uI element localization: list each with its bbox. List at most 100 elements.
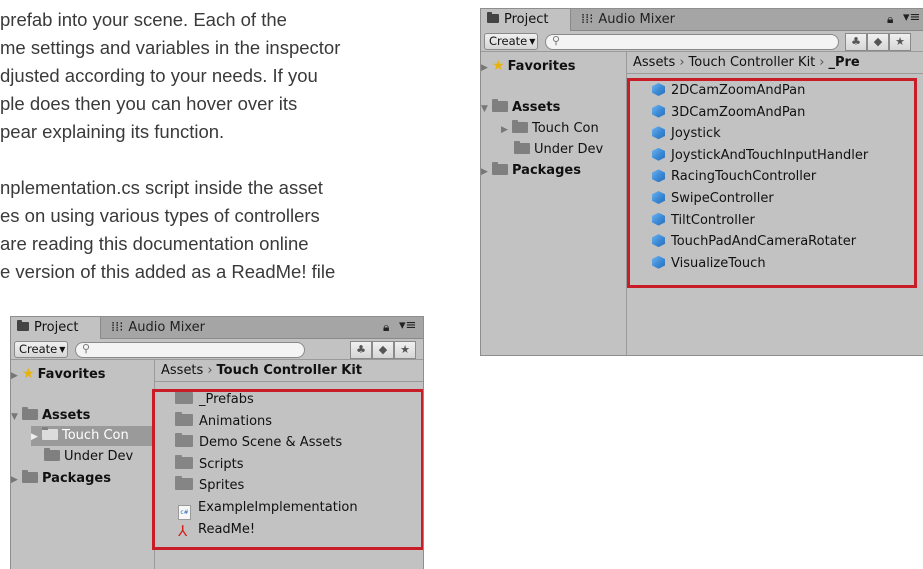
folder-icon xyxy=(514,141,530,154)
sidebar-favorites-label: Favorites xyxy=(507,59,576,74)
folder-icon xyxy=(492,162,508,175)
filter-by-type-button[interactable]: ♣ xyxy=(350,341,372,359)
doc-line: prefab into your scene. Each of the xyxy=(0,9,287,30)
folder-icon xyxy=(42,427,58,440)
label-icon: ◆ xyxy=(873,35,883,48)
create-button[interactable]: Create ▼ xyxy=(484,33,538,50)
audio-mixer-icon: ⁞⁞⁝ xyxy=(111,320,124,335)
folder-icon xyxy=(22,470,38,483)
folder-icon xyxy=(44,448,60,461)
highlight-box xyxy=(152,389,423,550)
breadcrumb-item-current[interactable]: Touch Controller Kit xyxy=(217,363,363,378)
tab-project-label: Project xyxy=(504,12,549,27)
sidebar-favorites-label: Favorites xyxy=(37,367,106,382)
tab-project-label: Project xyxy=(34,320,79,335)
sidebar-under-dev-label: Under Dev xyxy=(534,142,604,157)
tab-project[interactable]: Project xyxy=(481,9,571,31)
doc-line: djusted according to your needs. If you xyxy=(0,65,318,86)
tab-audio-mixer-label: Audio Mixer xyxy=(128,320,205,335)
sidebar-packages-label: Packages xyxy=(512,163,581,178)
lock-icon[interactable]: 🔒︎ xyxy=(383,320,389,335)
lock-icon[interactable]: 🔒︎ xyxy=(887,12,893,27)
project-sidebar: ▶ ★ Favorites ▼ Assets ▶ Touch Con Under Dev… xyxy=(11,360,155,569)
collapse-triangle-icon: ▼ xyxy=(481,104,488,114)
sidebar-item-under-development[interactable]: Under Dev xyxy=(44,447,133,467)
doc-line: ple does then you can hover over its xyxy=(0,93,298,114)
folder-icon xyxy=(492,99,508,112)
favorite-button[interactable]: ★ xyxy=(889,33,911,51)
sidebar-touch-controller-label: Touch Con xyxy=(62,428,129,443)
doc-line: e version of this added as a ReadMe! fil… xyxy=(0,261,336,282)
sidebar-under-dev-label: Under Dev xyxy=(64,449,134,464)
doc-line: pear explaining its function. xyxy=(0,121,225,142)
project-window-left: Project ⁞⁞⁝ Audio Mixer 🔒︎ ▾≡ Create ▼ ⚲ ♣… xyxy=(10,316,424,569)
tab-project[interactable]: Project xyxy=(11,317,101,339)
filter-type-icon: ♣ xyxy=(356,343,366,356)
doc-line: es on using various types of controllers xyxy=(0,205,320,226)
dropdown-arrow-icon: ▼ xyxy=(529,37,536,46)
collapse-triangle-icon: ▼ xyxy=(11,412,18,422)
folder-icon xyxy=(512,120,528,133)
sidebar-item-favorites[interactable]: ▶ ★ Favorites xyxy=(11,364,106,384)
expand-triangle-icon: ▶ xyxy=(11,475,18,485)
sidebar-item-packages[interactable]: ▶ Packages xyxy=(11,469,111,489)
expand-triangle-icon: ▶ xyxy=(31,432,38,442)
project-sidebar: ▶ ★ Favorites ▼ Assets ▶ Touch Con Under Dev… xyxy=(481,52,627,355)
highlight-box xyxy=(627,78,917,288)
doc-line: me settings and variables in the inspect… xyxy=(0,37,341,58)
search-icon: ⚲ xyxy=(552,34,561,47)
sidebar-item-touch-controller-kit[interactable]: ▶ Touch Con xyxy=(31,426,155,446)
breadcrumb-item-touch-controller-kit[interactable]: Touch Controller Kit xyxy=(689,55,816,70)
star-icon: ★ xyxy=(400,343,410,356)
menu-icon[interactable]: ▾≡ xyxy=(399,318,416,333)
sidebar-item-touch-controller-kit[interactable]: ▶ Touch Con xyxy=(501,119,599,139)
folder-icon xyxy=(17,320,29,331)
expand-triangle-icon: ▶ xyxy=(481,63,488,73)
tab-audio-mixer[interactable]: ⁞⁞⁝ Audio Mixer xyxy=(107,317,205,339)
sidebar-assets-label: Assets xyxy=(42,408,91,423)
project-toolbar: Create ▼ ⚲ ♣ ◆ ★ xyxy=(11,339,423,360)
breadcrumb-separator-icon: › xyxy=(819,55,825,70)
tab-bar: Project ⁞⁞⁝ Audio Mixer 🔒︎ ▾≡ xyxy=(481,9,923,31)
doc-line: are reading this documentation online xyxy=(0,233,309,254)
sidebar-item-favorites[interactable]: ▶ ★ Favorites xyxy=(481,56,576,76)
filter-by-label-button[interactable]: ◆ xyxy=(867,33,889,51)
search-icon: ⚲ xyxy=(82,342,91,355)
folder-icon xyxy=(22,407,38,420)
sidebar-item-assets[interactable]: ▼ Assets xyxy=(481,98,560,118)
create-label: Create xyxy=(19,342,58,356)
create-button[interactable]: Create ▼ xyxy=(14,341,68,358)
expand-triangle-icon: ▶ xyxy=(481,167,488,177)
tab-audio-mixer-label: Audio Mixer xyxy=(598,12,675,27)
sidebar-item-packages[interactable]: ▶ Packages xyxy=(481,161,581,181)
folder-icon xyxy=(487,12,499,23)
audio-mixer-icon: ⁞⁞⁝ xyxy=(581,12,594,27)
tab-audio-mixer[interactable]: ⁞⁞⁝ Audio Mixer xyxy=(577,9,675,31)
breadcrumb-separator-icon: › xyxy=(679,55,685,70)
sidebar-item-assets[interactable]: ▼ Assets xyxy=(11,406,90,426)
label-icon: ◆ xyxy=(378,343,388,356)
project-toolbar: Create ▼ ⚲ ♣ ◆ ★ xyxy=(481,31,923,52)
menu-icon[interactable]: ▾≡ xyxy=(903,10,920,25)
filter-by-type-button[interactable]: ♣ xyxy=(845,33,867,51)
sidebar-item-under-development[interactable]: Under Dev xyxy=(514,140,603,160)
sidebar-touch-controller-label: Touch Con xyxy=(532,121,599,136)
dropdown-arrow-icon: ▼ xyxy=(59,345,66,354)
favorites-star-icon: ★ xyxy=(492,58,505,74)
expand-triangle-icon: ▶ xyxy=(501,125,508,135)
expand-triangle-icon: ▶ xyxy=(11,371,18,381)
filter-by-label-button[interactable]: ◆ xyxy=(372,341,394,359)
sidebar-assets-label: Assets xyxy=(512,100,561,115)
tab-bar: Project ⁞⁞⁝ Audio Mixer 🔒︎ ▾≡ xyxy=(11,317,423,339)
favorite-button[interactable]: ★ xyxy=(394,341,416,359)
search-input[interactable]: ⚲ xyxy=(75,342,305,358)
breadcrumb-separator-icon: › xyxy=(207,363,213,378)
search-input[interactable]: ⚲ xyxy=(545,34,839,50)
breadcrumb-item-current[interactable]: _Pre xyxy=(828,55,859,70)
sidebar-packages-label: Packages xyxy=(42,471,111,486)
breadcrumb: Assets › Touch Controller Kit › _Pre xyxy=(627,52,923,74)
breadcrumb-item-assets[interactable]: Assets xyxy=(161,363,203,378)
project-window-right: Project ⁞⁞⁝ Audio Mixer 🔒︎ ▾≡ Create ▼ ⚲ ♣… xyxy=(480,8,923,356)
favorites-star-icon: ★ xyxy=(22,366,35,382)
breadcrumb-item-assets[interactable]: Assets xyxy=(633,55,675,70)
